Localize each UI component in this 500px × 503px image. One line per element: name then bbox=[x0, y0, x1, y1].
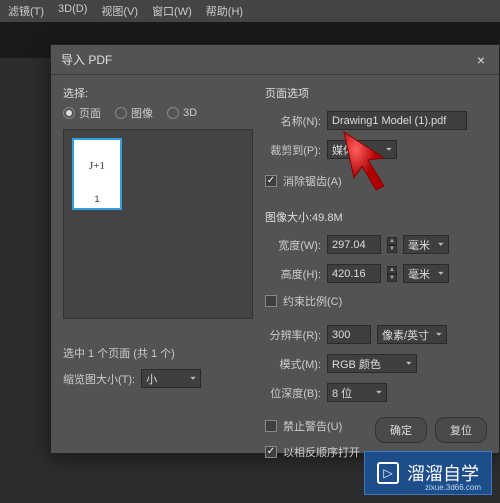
thumbnail-content: J+1 bbox=[89, 160, 105, 172]
menu-window[interactable]: 窗口(W) bbox=[152, 3, 192, 19]
reverse-checkbox[interactable] bbox=[265, 446, 277, 458]
mode-dropdown[interactable]: RGB 颜色 bbox=[327, 354, 417, 373]
resolution-unit-value: 像素/英寸 bbox=[382, 327, 429, 343]
import-pdf-dialog: 导入 PDF × 选择: 页面 图像 3D bbox=[50, 44, 500, 454]
radio-dot-icon bbox=[63, 107, 75, 119]
depth-label: 位深度(B): bbox=[265, 385, 321, 401]
crop-value: 媒体框 bbox=[332, 142, 365, 158]
resolution-unit-dropdown[interactable]: 像素/英寸 bbox=[377, 325, 447, 344]
depth-dropdown[interactable]: 8 位 bbox=[327, 383, 387, 402]
name-label: 名称(N): bbox=[265, 113, 321, 129]
dialog-titlebar: 导入 PDF × bbox=[51, 45, 499, 75]
radio-page[interactable]: 页面 bbox=[63, 105, 101, 121]
radio-dot-icon bbox=[115, 107, 127, 119]
antialias-label: 消除锯齿(A) bbox=[283, 173, 342, 189]
thumbnail-number: 1 bbox=[94, 194, 99, 204]
width-field[interactable] bbox=[327, 235, 381, 254]
radio-dot-icon bbox=[167, 107, 179, 119]
mode-value: RGB 颜色 bbox=[332, 356, 381, 372]
play-icon: ▷ bbox=[377, 462, 399, 484]
menubar: 滤镜(T) 3D(D) 视图(V) 窗口(W) 帮助(H) bbox=[0, 0, 500, 22]
thumb-size-value: 小 bbox=[146, 371, 157, 387]
image-size-label: 图像大小:49.8M bbox=[265, 209, 487, 225]
suppress-checkbox[interactable] bbox=[265, 420, 277, 432]
ok-button[interactable]: 确定 bbox=[375, 417, 427, 443]
resolution-label: 分辨率(R): bbox=[265, 327, 321, 343]
watermark-url: zixue.3d66.com bbox=[425, 483, 481, 492]
menu-filter[interactable]: 滤镜(T) bbox=[8, 3, 44, 19]
height-unit-dropdown[interactable]: 毫米 bbox=[403, 264, 449, 283]
constrain-label: 约束比例(C) bbox=[283, 293, 342, 309]
width-unit-value: 毫米 bbox=[408, 237, 430, 253]
width-label: 宽度(W): bbox=[265, 237, 321, 253]
page-options-label: 页面选项 bbox=[265, 85, 487, 101]
suppress-label: 禁止警告(U) bbox=[283, 418, 342, 434]
height-spinner[interactable]: ▲▼ bbox=[387, 266, 397, 282]
reverse-label: 以相反顺序打开 bbox=[283, 444, 360, 460]
menu-3d[interactable]: 3D(D) bbox=[58, 3, 87, 19]
height-unit-value: 毫米 bbox=[408, 266, 430, 282]
width-spinner[interactable]: ▲▼ bbox=[387, 237, 397, 253]
crop-dropdown[interactable]: 媒体框 bbox=[327, 140, 397, 159]
crop-label: 裁剪到(P): bbox=[265, 142, 321, 158]
watermark: ▷ 溜溜自学 zixue.3d66.com bbox=[364, 451, 492, 495]
menu-view[interactable]: 视图(V) bbox=[101, 3, 138, 19]
radio-3d[interactable]: 3D bbox=[167, 107, 197, 119]
menu-help[interactable]: 帮助(H) bbox=[206, 3, 243, 19]
height-field[interactable] bbox=[327, 264, 381, 283]
right-column: 页面选项 名称(N): 裁剪到(P): 媒体框 消除锯齿(A) 图像大小:49.… bbox=[265, 85, 487, 464]
mode-label: 模式(M): bbox=[265, 356, 321, 372]
radio-page-label: 页面 bbox=[79, 105, 101, 121]
width-unit-dropdown[interactable]: 毫米 bbox=[403, 235, 449, 254]
close-icon[interactable]: × bbox=[473, 52, 489, 68]
radio-image[interactable]: 图像 bbox=[115, 105, 153, 121]
constrain-checkbox[interactable] bbox=[265, 295, 277, 307]
select-label: 选择: bbox=[63, 85, 253, 101]
selection-count-label: 选中 1 个页面 (共 1 个) bbox=[63, 345, 253, 361]
thumb-size-label: 缩览图大小(T): bbox=[63, 371, 135, 387]
height-label: 高度(H): bbox=[265, 266, 321, 282]
name-field[interactable] bbox=[327, 111, 467, 130]
reset-button[interactable]: 复位 bbox=[435, 417, 487, 443]
left-column: 选择: 页面 图像 3D J+1 1 bbox=[63, 85, 253, 464]
dialog-title: 导入 PDF bbox=[61, 51, 112, 68]
radio-3d-label: 3D bbox=[183, 107, 197, 119]
select-radio-group: 页面 图像 3D bbox=[63, 105, 253, 121]
thumbnail-panel: J+1 1 bbox=[63, 129, 253, 319]
page-thumbnail[interactable]: J+1 1 bbox=[72, 138, 122, 210]
thumb-size-dropdown[interactable]: 小 bbox=[141, 369, 201, 388]
antialias-checkbox[interactable] bbox=[265, 175, 277, 187]
resolution-field[interactable] bbox=[327, 325, 371, 344]
radio-image-label: 图像 bbox=[131, 105, 153, 121]
depth-value: 8 位 bbox=[332, 385, 352, 401]
dialog-footer: 确定 复位 bbox=[375, 417, 487, 443]
